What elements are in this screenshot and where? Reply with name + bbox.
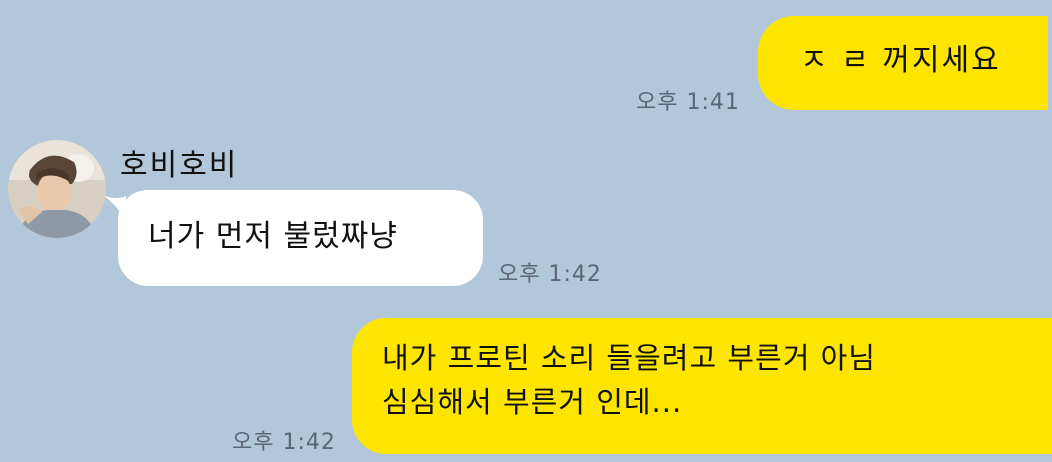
outgoing-message-bubble[interactable]: ㅈ ㄹ 꺼지세요 [758, 16, 1048, 110]
incoming-message-bubble[interactable]: 너가 먼저 불렀짜냥 [118, 190, 483, 286]
message-timestamp: 오후 1:42 [498, 262, 602, 287]
avatar[interactable] [8, 140, 106, 238]
message-text-line: 내가 프로틴 소리 들을려고 부른거 아님 [382, 341, 876, 375]
message-timestamp: 오후 1:42 [232, 430, 336, 455]
message-text: ㅈ ㄹ 꺼지세요 [800, 43, 1001, 78]
message-timestamp: 오후 1:41 [636, 90, 740, 115]
avatar-photo-icon [8, 140, 106, 238]
sender-name: 호비호비 [120, 148, 239, 183]
message-text: 너가 먼저 불렀짜냥 [148, 219, 398, 254]
message-text-line: 심심해서 부른거 인데... [382, 385, 683, 419]
outgoing-message-bubble[interactable]: 내가 프로틴 소리 들을려고 부른거 아님 심심해서 부른거 인데... [352, 318, 1052, 454]
